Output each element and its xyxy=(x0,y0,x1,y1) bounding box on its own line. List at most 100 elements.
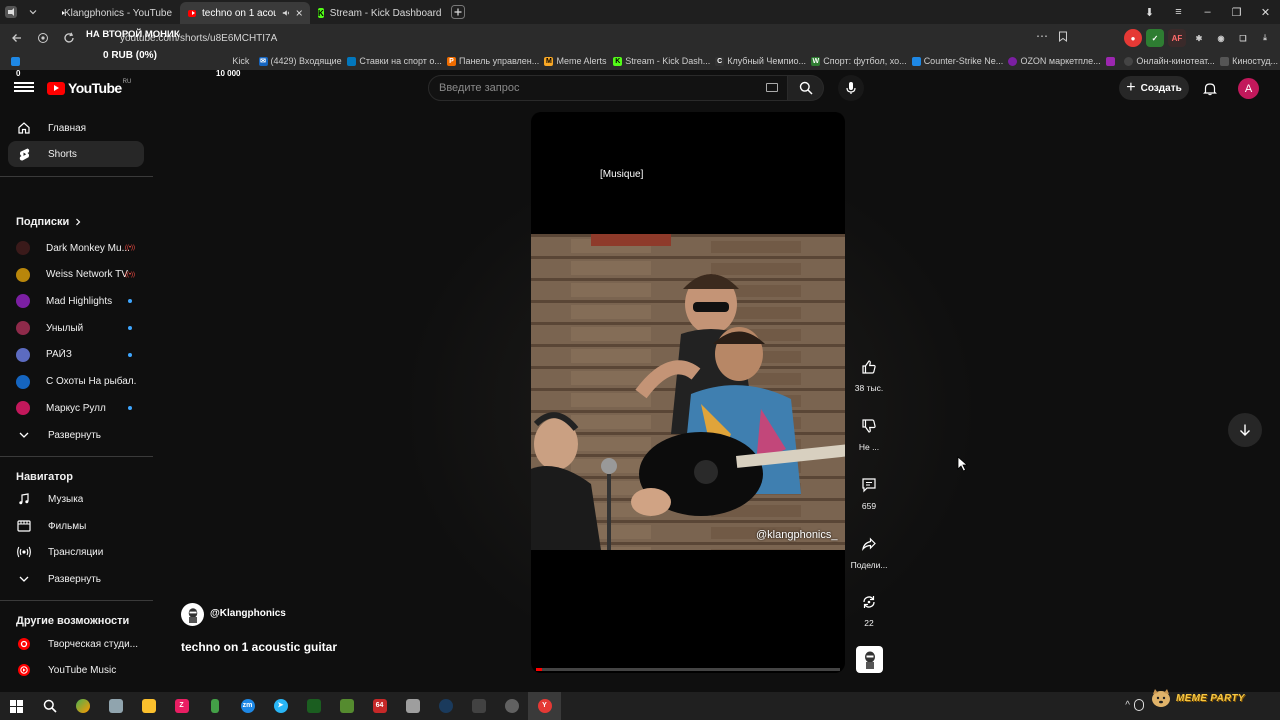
speaker-icon[interactable] xyxy=(282,8,290,18)
sidebar-item-films[interactable]: Фильмы xyxy=(8,513,144,539)
sidebar-subscription-item[interactable]: Dark Monkey Mu... ((•)) xyxy=(8,235,144,261)
bookmark-item[interactable]: Kick xyxy=(227,56,253,66)
sidebar-subscription-item[interactable]: С Охоты На рыбал... xyxy=(8,369,144,395)
close-window-icon[interactable]: ✕ xyxy=(1251,6,1280,19)
bookmark-item[interactable]: M Meme Alerts xyxy=(539,56,608,66)
account-avatar[interactable]: A xyxy=(1238,78,1259,99)
download-icon[interactable]: ⬇ xyxy=(1135,6,1164,19)
taskbar-app-active-browser[interactable]: Y xyxy=(528,692,561,720)
taskbar-app[interactable] xyxy=(99,692,132,720)
start-button[interactable] xyxy=(0,692,33,720)
more-icon[interactable]: ⋯ xyxy=(1036,29,1048,43)
bookmark-item[interactable] xyxy=(1101,56,1120,66)
bookmark-item[interactable]: C Клубный Чемпио... xyxy=(710,56,806,66)
like-action: 38 тыс. xyxy=(851,353,887,393)
taskbar-app[interactable] xyxy=(495,692,528,720)
bookmark-item[interactable]: Киностуд... xyxy=(1215,56,1280,66)
tray-mic-icon[interactable] xyxy=(1134,699,1144,711)
taskbar-app[interactable] xyxy=(297,692,330,720)
like-button[interactable] xyxy=(855,353,883,381)
protect-button[interactable] xyxy=(30,25,56,51)
sidebar-subscription-item[interactable]: РАЙЗ xyxy=(8,342,144,368)
url-field[interactable]: youtube.com/shorts/u8E6MCHTI7A НА ВТОРОЙ… xyxy=(86,29,277,44)
channel-name[interactable]: @Klangphonics xyxy=(210,608,286,619)
tabs-dropdown-button[interactable] xyxy=(22,2,44,22)
subscriptions-header[interactable]: Подписки xyxy=(16,216,81,228)
create-button[interactable]: + Создать xyxy=(1119,76,1189,100)
sidebar-item-youtube-music[interactable]: YouTube Music xyxy=(8,657,144,683)
guide-menu-button[interactable] xyxy=(14,80,34,96)
bookmark-item[interactable]: Онлайн-кинотеат... xyxy=(1119,56,1215,66)
windows-icon xyxy=(10,699,23,713)
audio-channel-thumbnail[interactable] xyxy=(856,646,883,673)
sidebar-item-shorts[interactable]: Shorts xyxy=(8,141,144,167)
extension-record-icon[interactable]: ◉ xyxy=(1212,29,1230,47)
taskbar-app[interactable]: 64 xyxy=(363,692,396,720)
reload-button[interactable] xyxy=(56,25,82,51)
taskbar-app[interactable] xyxy=(396,692,429,720)
sidebar-subscription-item[interactable]: Weiss Network TV ((•)) xyxy=(8,262,144,288)
browser-tab-active-short[interactable]: techno on 1 acoustic xyxy=(180,2,310,24)
bookmark-item[interactable]: Counter-Strike Ne... xyxy=(907,56,1004,66)
bookmark-item[interactable]: W Спорт: футбол, хо... xyxy=(806,56,907,66)
notifications-button[interactable] xyxy=(1200,78,1220,98)
browser-tab-klangphonics[interactable]: Klangphonics - YouTube xyxy=(50,2,180,24)
browser-menu-button[interactable] xyxy=(0,2,22,22)
sidebar-expand-subscriptions[interactable]: Развернуть xyxy=(8,422,144,448)
sidebar-expand-navigator[interactable]: Развернуть xyxy=(8,566,144,592)
close-tab-icon[interactable] xyxy=(296,9,302,17)
search-input[interactable] xyxy=(439,82,759,94)
taskbar-app[interactable] xyxy=(462,692,495,720)
browser-tab-kick-dashboard[interactable]: K Stream - Kick Dashboard xyxy=(310,2,445,24)
extension-red-icon[interactable]: ● xyxy=(1124,29,1142,47)
sidebar-item-live[interactable]: Трансляции xyxy=(8,539,144,565)
extension-copy-icon[interactable]: ❏ xyxy=(1234,29,1252,47)
taskbar-app[interactable] xyxy=(198,692,231,720)
extension-af-icon[interactable]: AF xyxy=(1168,29,1186,47)
extension-puzzle-icon[interactable]: ✱ xyxy=(1190,29,1208,47)
sidebar-subscription-item[interactable]: Маркус Рулл xyxy=(8,395,144,421)
bookmark-item[interactable]: K Stream - Kick Dash... xyxy=(608,56,710,66)
taskbar-app[interactable]: Z xyxy=(165,692,198,720)
next-short-button[interactable] xyxy=(1228,413,1262,447)
taskbar-app[interactable] xyxy=(429,692,462,720)
back-button[interactable] xyxy=(4,25,30,51)
search-button[interactable] xyxy=(788,75,824,101)
taskbar-search-button[interactable] xyxy=(33,692,66,720)
channel-avatar xyxy=(16,347,30,362)
keyboard-icon[interactable] xyxy=(766,83,778,92)
sidebar-item-music[interactable]: Музыка xyxy=(8,486,144,512)
video-frame[interactable] xyxy=(531,234,845,550)
extension-green-icon[interactable]: ✓ xyxy=(1146,29,1164,47)
bookmark-item[interactable]: ✉ (4429) Входящие xyxy=(254,56,343,66)
sidebar-subscription-item[interactable]: Mad Highlights xyxy=(8,288,144,314)
sidebar-item-home[interactable]: Главная xyxy=(8,115,144,141)
voice-search-button[interactable] xyxy=(838,75,864,101)
channel-avatar[interactable] xyxy=(181,603,204,626)
taskbar-app[interactable] xyxy=(66,692,99,720)
restore-icon[interactable]: ❐ xyxy=(1222,6,1251,19)
bookmark-shield[interactable] xyxy=(6,56,27,66)
remix-button[interactable] xyxy=(855,588,883,616)
youtube-logo[interactable]: YouTube RU xyxy=(47,79,131,96)
short-title[interactable]: techno on 1 acoustic guitar xyxy=(181,640,337,654)
bookmark-item[interactable]: OZON маркетпле... xyxy=(1003,56,1101,66)
taskbar-app[interactable]: zm xyxy=(231,692,264,720)
bookmark-icon[interactable] xyxy=(1058,31,1068,42)
browser-menu-icon[interactable]: ≡ xyxy=(1164,6,1193,18)
download-arrow-icon[interactable]: ⤓ xyxy=(1256,29,1274,47)
dislike-button[interactable] xyxy=(855,412,883,440)
taskbar-app[interactable] xyxy=(330,692,363,720)
taskbar-app[interactable] xyxy=(132,692,165,720)
taskbar-app[interactable]: ➤ xyxy=(264,692,297,720)
share-button[interactable] xyxy=(855,530,883,558)
playback-progress[interactable] xyxy=(536,668,840,671)
bookmark-item[interactable]: Ставки на спорт о... xyxy=(342,56,442,66)
comments-button[interactable] xyxy=(855,471,883,499)
new-tab-button[interactable] xyxy=(447,2,469,22)
minimize-icon[interactable]: – xyxy=(1193,6,1222,18)
bookmark-item[interactable]: P Панель управлен... xyxy=(442,56,539,66)
tray-chevron-up-icon[interactable]: ^ xyxy=(1125,700,1130,711)
sidebar-subscription-item[interactable]: Унылый xyxy=(8,315,144,341)
sidebar-item-studio[interactable]: Творческая студи... xyxy=(8,631,144,657)
